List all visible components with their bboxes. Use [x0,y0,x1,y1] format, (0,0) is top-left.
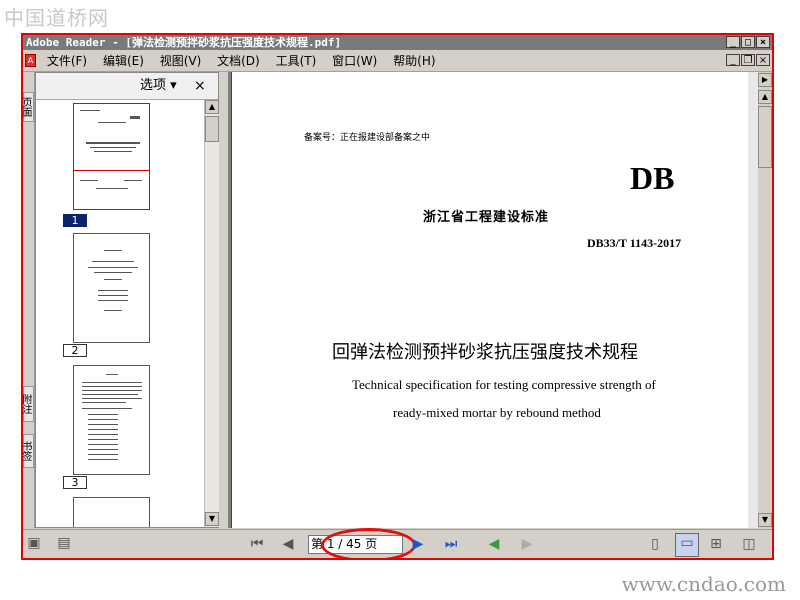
document-scrollbar[interactable]: ▶ ▲ ▼ [758,72,772,528]
page-thumbnail-3[interactable] [73,365,150,475]
menu-document[interactable]: 文档(D) [211,51,266,71]
facing-page-icon[interactable]: ◫ [740,535,758,553]
page-size-icon[interactable]: ▤ [55,534,73,552]
bookmark-panel-icon[interactable]: ▣ [25,534,43,552]
maximize-button[interactable]: □ [741,36,755,48]
toggle-panel-icon[interactable]: ▶ [758,73,772,87]
standard-org: 浙江省工程建设标准 [423,210,550,225]
scroll-down-icon[interactable]: ▼ [205,512,219,526]
tab-pages[interactable]: 页面 [23,92,34,122]
options-button[interactable]: 选项 ▾ [140,73,177,99]
pdf-page: 备案号：正在报建设部备案之中 DB 浙江省工程建设标准 DB33/T 1143-… [231,72,749,528]
scroll-up-icon[interactable]: ▲ [758,90,772,104]
continuous-page-icon[interactable]: ▭ [675,533,699,557]
app-window: Adobe Reader - [弹法检测预拌砂浆抗压强度技术规程.pdf] _ … [21,33,774,560]
document-title-en-1: Technical specification for testing comp… [352,377,656,392]
back-icon[interactable]: ◀ [485,535,503,553]
scroll-down-icon[interactable]: ▼ [758,513,772,527]
last-page-icon[interactable]: ⏭ [442,535,460,553]
minimize-button[interactable]: _ [726,36,740,48]
doc-minimize-button[interactable]: _ [726,54,740,66]
menu-window[interactable]: 窗口(W) [326,51,383,71]
watermark-top: 中国道桥网 [4,6,109,30]
menu-tools[interactable]: 工具(T) [270,51,323,71]
pdf-doc-icon[interactable]: A [25,54,36,67]
menu-view[interactable]: 视图(V) [154,51,208,71]
forward-icon[interactable]: ▶ [518,535,536,553]
menu-file[interactable]: 文件(F) [41,51,93,71]
doc-restore-button[interactable]: ❐ [741,54,755,66]
standard-code: DB33/T 1143-2017 [587,236,682,250]
prev-page-icon[interactable]: ◀ [279,535,297,553]
scroll-up-icon[interactable]: ▲ [205,100,219,114]
document-title-en-2: ready-mixed mortar by rebound method [393,405,601,420]
page-thumbnail-1[interactable] [73,103,150,210]
title-bar: Adobe Reader - [弹法检测预拌砂浆抗压强度技术规程.pdf] _ … [23,35,772,50]
db-label: DB [630,160,675,196]
highlight-circle [321,528,416,558]
panel-close-icon[interactable]: × [194,73,206,99]
menu-help[interactable]: 帮助(H) [387,51,441,71]
first-page-icon[interactable]: ⏮ [248,535,266,553]
menu-bar: A 文件(F) 编辑(E) 视图(V) 文档(D) 工具(T) 窗口(W) 帮助… [23,51,772,72]
single-page-icon[interactable]: ▯ [646,535,664,553]
options-label: 选项 [140,78,167,93]
next-page-icon[interactable]: ▶ [409,535,427,553]
thumbnail-list: 1 2 3 [36,100,204,527]
scroll-thumb[interactable] [205,116,219,142]
page-thumbnail-2[interactable] [73,233,150,343]
watermark-bottom: www.cndao.com [621,572,786,596]
status-bar: ▣ ▤ ⏮ ◀ 第 1 / 45 页 ▶ ⏭ ◀ ▶ ▯ ▭ ⊞ ◫ [23,528,772,558]
pages-panel: 选项 ▾ × 1 2 3 ▲ ▼ [35,72,219,528]
tab-comments[interactable]: 附注 [23,386,34,422]
thumbnail-label[interactable]: 3 [63,476,87,489]
filing-number: 备案号：正在报建设部备案之中 [304,133,431,143]
page-gutter [748,72,758,528]
page-thumbnail-4[interactable] [73,497,150,527]
thumbnail-scrollbar[interactable]: ▲ ▼ [204,100,219,527]
continuous-facing-icon[interactable]: ⊞ [707,535,725,553]
navigation-tabs: 页面 附注 书签 [23,72,35,528]
scroll-thumb[interactable] [758,106,772,168]
window-title: Adobe Reader - [弹法检测预拌砂浆抗压强度技术规程.pdf] [26,36,342,49]
panel-splitter[interactable] [219,72,228,528]
doc-close-button[interactable]: × [756,54,770,66]
tab-bookmarks[interactable]: 书签 [23,434,34,468]
document-view: 备案号：正在报建设部备案之中 DB 浙江省工程建设标准 DB33/T 1143-… [228,72,749,528]
menu-edit[interactable]: 编辑(E) [97,51,150,71]
thumbnail-label[interactable]: 1 [63,214,87,227]
close-button[interactable]: × [756,36,770,48]
thumbnail-label[interactable]: 2 [63,344,87,357]
panel-header: 选项 ▾ × [36,73,218,100]
document-title-cn: 回弹法检测预拌砂浆抗压强度技术规程 [332,342,638,363]
